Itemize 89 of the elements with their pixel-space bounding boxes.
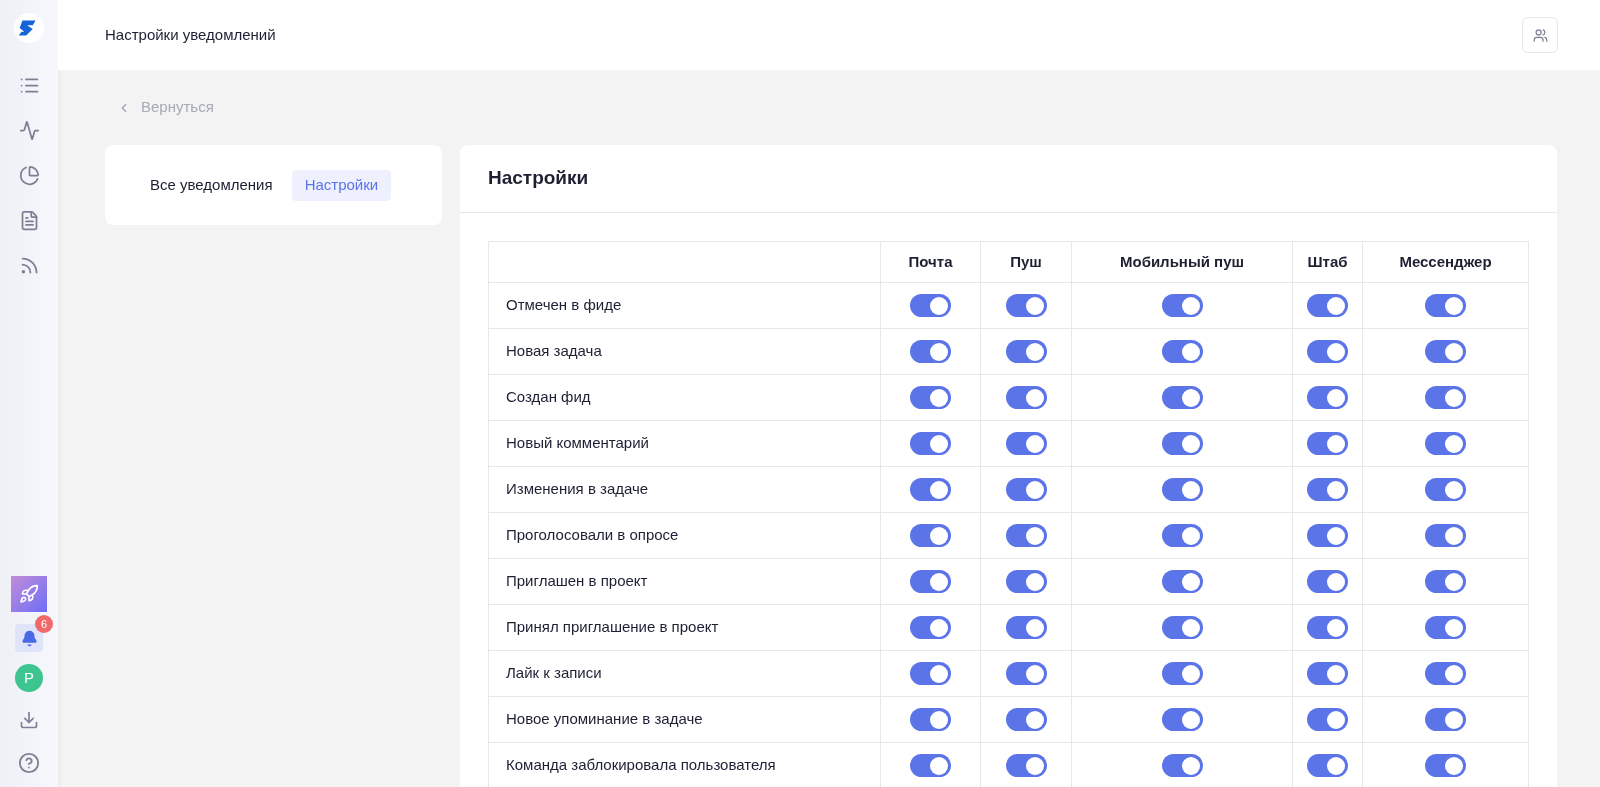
toggle-switch[interactable] xyxy=(1425,340,1466,363)
toggle-switch[interactable] xyxy=(1161,708,1203,731)
toggle-switch[interactable] xyxy=(1307,524,1348,547)
back-link[interactable]: Вернуться xyxy=(141,96,214,119)
toggle-switch[interactable] xyxy=(1425,386,1466,409)
toggle-switch[interactable] xyxy=(1425,478,1466,501)
rocket-icon xyxy=(19,584,39,604)
toggle-switch[interactable] xyxy=(910,662,951,685)
users-icon xyxy=(1532,27,1548,43)
column-header: Мобильный пуш xyxy=(1071,241,1293,283)
toggle-switch[interactable] xyxy=(1425,570,1466,593)
toggle-switch[interactable] xyxy=(1161,524,1203,547)
row-label: Принял приглашение в проект xyxy=(488,604,881,651)
toggle-switch[interactable] xyxy=(910,386,951,409)
toggle-switch[interactable] xyxy=(1161,340,1203,363)
logo-icon[interactable] xyxy=(14,13,44,43)
row-label: Лайк к записи xyxy=(488,650,881,697)
toggle-switch[interactable] xyxy=(910,432,951,455)
toggle-switch[interactable] xyxy=(1307,754,1348,777)
pie-chart-icon[interactable] xyxy=(18,165,40,186)
bell-icon xyxy=(20,629,38,647)
toggle-switch[interactable] xyxy=(910,570,951,593)
panel-title: Настройки xyxy=(488,166,589,191)
toggle-switch[interactable] xyxy=(910,340,951,363)
toggle-switch[interactable] xyxy=(1005,432,1047,455)
row-label: Создан фид xyxy=(488,374,881,421)
toggle-switch[interactable] xyxy=(1307,616,1348,639)
toggle-switch[interactable] xyxy=(1425,432,1466,455)
toggle-switch[interactable] xyxy=(1005,754,1047,777)
toggle-switch[interactable] xyxy=(910,616,951,639)
toggle-switch[interactable] xyxy=(1425,616,1466,639)
users-button[interactable] xyxy=(1522,17,1558,53)
toggle-switch[interactable] xyxy=(1005,386,1047,409)
toggle-switch[interactable] xyxy=(1005,478,1047,501)
toggle-switch[interactable] xyxy=(910,754,951,777)
toggle-switch[interactable] xyxy=(1161,570,1203,593)
row-label: Изменения в задаче xyxy=(488,466,881,513)
activity-icon[interactable] xyxy=(18,120,40,141)
download-icon[interactable] xyxy=(19,710,39,730)
column-header: Штаб xyxy=(1292,241,1363,283)
notification-badge: 6 xyxy=(35,615,53,633)
toggle-switch[interactable] xyxy=(1005,340,1047,363)
page-title: Настройки уведомлений xyxy=(105,24,276,45)
row-label: Новое упоминание в задаче xyxy=(488,696,881,743)
toggle-switch[interactable] xyxy=(1425,662,1466,685)
toggle-switch[interactable] xyxy=(910,708,951,731)
toggle-switch[interactable] xyxy=(910,524,951,547)
toggle-switch[interactable] xyxy=(1425,754,1466,777)
avatar[interactable]: P xyxy=(15,664,43,692)
toggle-switch[interactable] xyxy=(1425,524,1466,547)
toggle-switch[interactable] xyxy=(1161,616,1203,639)
toggle-switch[interactable] xyxy=(1161,432,1203,455)
toggle-switch[interactable] xyxy=(1307,478,1348,501)
toggle-switch[interactable] xyxy=(1307,386,1348,409)
row-label: Отмечен в фиде xyxy=(488,282,881,329)
toggle-switch[interactable] xyxy=(1307,432,1348,455)
toggle-switch[interactable] xyxy=(1005,662,1047,685)
row-label: Новый комментарий xyxy=(488,420,881,467)
bell-button[interactable] xyxy=(15,624,43,652)
toggle-switch[interactable] xyxy=(1161,478,1203,501)
toggle-switch[interactable] xyxy=(1307,340,1348,363)
row-label: Приглашен в проект xyxy=(488,558,881,605)
row-label: Новая задача xyxy=(488,328,881,375)
toggle-switch[interactable] xyxy=(1307,662,1348,685)
toggle-switch[interactable] xyxy=(1161,662,1203,685)
help-icon[interactable] xyxy=(18,752,40,774)
toggle-switch[interactable] xyxy=(1307,708,1348,731)
toggle-switch[interactable] xyxy=(1005,524,1047,547)
toggle-switch[interactable] xyxy=(1005,294,1047,317)
column-header: Пуш xyxy=(980,241,1072,283)
toggle-switch[interactable] xyxy=(1161,386,1203,409)
column-header: Почта xyxy=(880,241,981,283)
toggle-switch[interactable] xyxy=(910,478,951,501)
rocket-button[interactable] xyxy=(11,576,47,612)
toggle-switch[interactable] xyxy=(910,294,951,317)
toggle-switch[interactable] xyxy=(1425,708,1466,731)
toggle-switch[interactable] xyxy=(1005,708,1047,731)
toggle-switch[interactable] xyxy=(1005,616,1047,639)
row-label: Проголосовали в опросе xyxy=(488,512,881,559)
toggle-switch[interactable] xyxy=(1425,294,1466,317)
toggle-switch[interactable] xyxy=(1307,570,1348,593)
row-label: Команда заблокировала пользователя xyxy=(488,742,881,787)
toggle-switch[interactable] xyxy=(1005,570,1047,593)
toggle-switch[interactable] xyxy=(1161,754,1203,777)
tab[interactable]: Настройки xyxy=(291,169,392,201)
tab[interactable]: Все уведомления xyxy=(137,169,286,201)
toggle-switch[interactable] xyxy=(1161,294,1203,317)
toggle-switch[interactable] xyxy=(1307,294,1348,317)
column-header: Мессенджер xyxy=(1362,241,1529,283)
